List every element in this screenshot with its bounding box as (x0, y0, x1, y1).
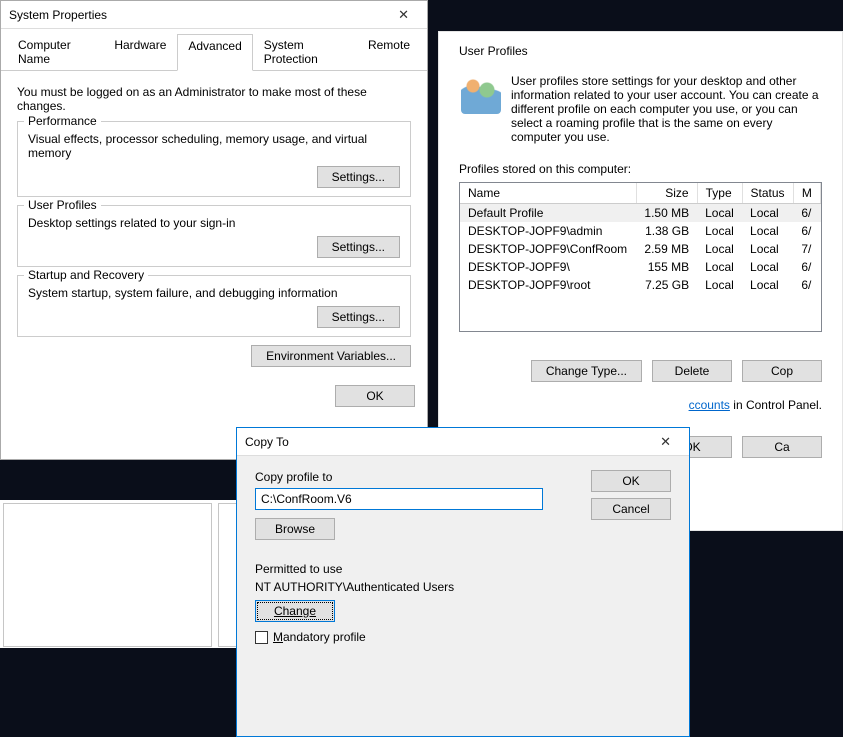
control-panel-line: ccounts in Control Panel. (439, 392, 842, 418)
change-type-button[interactable]: Change Type... (531, 360, 642, 382)
userprofiles-cancel-button[interactable]: Ca (742, 436, 822, 458)
control-panel-suffix: in Control Panel. (730, 398, 822, 412)
user-accounts-link[interactable]: ccounts (689, 398, 730, 412)
copyto-cancel-button[interactable]: Cancel (591, 498, 671, 520)
performance-group: Performance Visual effects, processor sc… (17, 121, 411, 197)
table-row[interactable]: DESKTOP-JOPF9\root7.25 GBLocalLocal6/ (460, 276, 821, 294)
sysprop-body: You must be logged on as an Administrato… (1, 71, 427, 377)
sysprop-footer: OK (1, 377, 427, 415)
permitted-to-use-label: Permitted to use (255, 562, 567, 576)
close-icon[interactable]: ✕ (388, 3, 419, 27)
thumb1 (3, 503, 212, 647)
tab-computer-name[interactable]: Computer Name (7, 33, 103, 70)
checkbox-icon[interactable] (255, 631, 268, 644)
copy-profile-to-label: Copy profile to (255, 470, 567, 484)
userprofiles-group: User Profiles Desktop settings related t… (17, 205, 411, 267)
startup-desc: System startup, system failure, and debu… (28, 286, 400, 300)
profiles-table[interactable]: NameSizeTypeStatusMDefault Profile1.50 M… (460, 183, 821, 294)
browse-button[interactable]: Browse (255, 518, 335, 540)
table-row[interactable]: DESKTOP-JOPF9\ConfRoom2.59 MBLocalLocal7… (460, 240, 821, 258)
users-icon (461, 74, 501, 114)
startup-group: Startup and Recovery System startup, sys… (17, 275, 411, 337)
sysprop-title: System Properties (9, 8, 388, 22)
copyto-ok-button[interactable]: OK (591, 470, 671, 492)
profiles-stored-label: Profiles stored on this computer: (439, 148, 842, 176)
admin-note: You must be logged on as an Administrato… (17, 85, 411, 113)
performance-legend: Performance (24, 114, 101, 128)
userprofiles-settings-button[interactable]: Settings... (317, 236, 400, 258)
close-icon[interactable]: ✕ (650, 430, 681, 454)
table-row[interactable]: DESKTOP-JOPF9\admin1.38 GBLocalLocal6/ (460, 222, 821, 240)
permitted-value: NT AUTHORITY\Authenticated Users (255, 580, 567, 594)
copyto-body: Copy profile to Browse Permitted to use … (237, 456, 689, 654)
mandatory-profile-label: Mandatory profile (273, 630, 366, 644)
performance-desc: Visual effects, processor scheduling, me… (28, 132, 400, 160)
startup-legend: Startup and Recovery (24, 268, 148, 282)
sysprop-tabs: Computer NameHardwareAdvancedSystem Prot… (1, 29, 427, 71)
userprofiles-legend: User Profiles (24, 198, 101, 212)
userprofiles-info: User profiles store settings for your de… (511, 74, 822, 144)
table-row[interactable]: DESKTOP-JOPF9\155 MBLocalLocal6/ (460, 258, 821, 276)
change-button[interactable]: Change (255, 600, 335, 622)
copyto-title: Copy To (245, 435, 650, 449)
table-row[interactable]: Default Profile1.50 MBLocalLocal6/ (460, 204, 821, 223)
profiles-action-row: Change Type... Delete Cop (439, 332, 842, 392)
copy-path-input[interactable] (255, 488, 543, 510)
delete-button[interactable]: Delete (652, 360, 732, 382)
tab-remote[interactable]: Remote (357, 33, 421, 70)
userprofiles-title: User Profiles (439, 32, 842, 62)
sysprop-ok-button[interactable]: OK (335, 385, 415, 407)
system-properties-window: System Properties ✕ Computer NameHardwar… (0, 0, 428, 460)
environment-variables-button[interactable]: Environment Variables... (251, 345, 411, 367)
copy-to-button[interactable]: Cop (742, 360, 822, 382)
performance-settings-button[interactable]: Settings... (317, 166, 400, 188)
profiles-table-wrap: NameSizeTypeStatusMDefault Profile1.50 M… (459, 182, 822, 332)
tab-advanced[interactable]: Advanced (177, 34, 252, 71)
tab-system-protection[interactable]: System Protection (253, 33, 357, 70)
copyto-titlebar[interactable]: Copy To ✕ (237, 428, 689, 456)
sysprop-titlebar[interactable]: System Properties ✕ (1, 1, 427, 29)
startup-settings-button[interactable]: Settings... (317, 306, 400, 328)
mandatory-profile-checkbox[interactable]: Mandatory profile (255, 630, 567, 644)
tab-hardware[interactable]: Hardware (103, 33, 177, 70)
userprofiles-desc: Desktop settings related to your sign-in (28, 216, 400, 230)
copy-to-dialog: Copy To ✕ Copy profile to Browse Permitt… (236, 427, 690, 737)
